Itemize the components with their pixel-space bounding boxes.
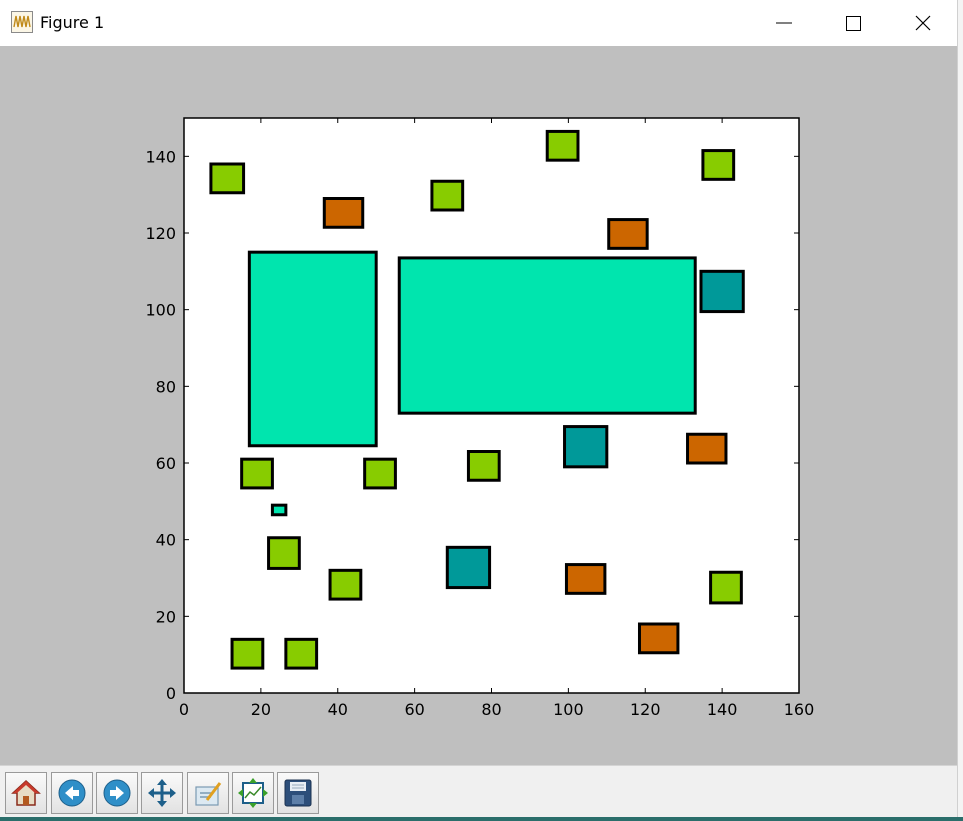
- y-tick-label: 40: [156, 531, 176, 550]
- x-tick-label: 160: [784, 700, 815, 719]
- navigation-toolbar: [0, 765, 957, 818]
- y-tick-label: 0: [166, 684, 176, 703]
- close-button[interactable]: [900, 0, 946, 46]
- forward-button[interactable]: [96, 772, 138, 814]
- rectangle-orange-19: [637, 622, 680, 655]
- rectangle-green-14: [709, 570, 743, 605]
- y-tick-label: 100: [145, 301, 176, 320]
- y-tick-label: 120: [145, 224, 176, 243]
- rectangle-green-4: [545, 129, 580, 162]
- rectangle-orange-18: [564, 563, 607, 595]
- minimize-icon: [776, 22, 792, 24]
- rectangle-green-6: [430, 179, 465, 212]
- x-tick-label: 0: [179, 700, 189, 719]
- home-icon: [11, 779, 41, 806]
- y-tick-label: 140: [145, 147, 176, 166]
- rectangle-green-12: [230, 637, 265, 670]
- window-bottom-border: [0, 817, 963, 821]
- rectangle-green-11: [328, 568, 363, 601]
- rectangle-teal-22: [445, 545, 492, 590]
- title-bar: Figure 1: [0, 0, 963, 46]
- save-button[interactable]: [277, 772, 319, 814]
- y-tick-label: 20: [156, 607, 176, 626]
- back-button[interactable]: [51, 772, 93, 814]
- zoom-rect-icon: [195, 782, 222, 806]
- rectangle-green-8: [363, 457, 397, 490]
- rectangle-green-9: [466, 450, 501, 482]
- pan-button[interactable]: [141, 772, 183, 814]
- rectangle-teal-21: [563, 425, 609, 469]
- rectangle-green-5: [701, 149, 736, 181]
- pan-icon: [148, 779, 176, 807]
- zoom-button[interactable]: [187, 772, 229, 814]
- window-title: Figure 1: [40, 13, 105, 32]
- close-icon: [915, 15, 931, 31]
- subplots-icon: [238, 778, 268, 808]
- forward-arrow-icon: [103, 779, 131, 807]
- x-tick-label: 60: [404, 700, 424, 719]
- rectangle-aqua-0: [247, 250, 378, 448]
- y-tick-label: 80: [156, 377, 176, 396]
- maximize-button[interactable]: [830, 0, 876, 46]
- y-tick-label: 60: [156, 454, 176, 473]
- x-tick-label: 140: [707, 700, 738, 719]
- figure-canvas[interactable]: 0 20 40 60 80 100 120 140 160 0 20 40 60 80 100 120 140: [0, 46, 957, 765]
- rectangle-green-3: [209, 162, 246, 195]
- rectangle-aqua-2: [270, 503, 288, 517]
- x-tick-label: 100: [553, 700, 584, 719]
- rectangle-aqua-1: [397, 256, 697, 415]
- maximize-icon: [846, 16, 861, 31]
- rectangle-green-7: [240, 457, 274, 490]
- rectangle-green-13: [284, 637, 319, 670]
- figure-app-icon: [11, 11, 33, 33]
- window-edge: [957, 0, 963, 821]
- rectangle-green-10: [267, 536, 301, 570]
- minimize-button[interactable]: [761, 0, 807, 46]
- x-tick-label: 40: [328, 700, 348, 719]
- home-button[interactable]: [5, 772, 47, 814]
- configure-subplots-button[interactable]: [232, 772, 274, 814]
- save-icon: [284, 779, 312, 807]
- x-tick-label: 120: [630, 700, 661, 719]
- rectangle-teal-20: [699, 269, 745, 314]
- back-arrow-icon: [58, 779, 86, 807]
- x-tick-label: 80: [481, 700, 501, 719]
- rectangle-orange-15: [322, 197, 365, 229]
- plot-svg: 0 20 40 60 80 100 120 140 160 0 20 40 60 80 100 120 140: [145, 117, 815, 719]
- rectangle-orange-16: [607, 218, 649, 250]
- rectangle-orange-17: [686, 432, 728, 465]
- x-tick-label: 20: [251, 700, 271, 719]
